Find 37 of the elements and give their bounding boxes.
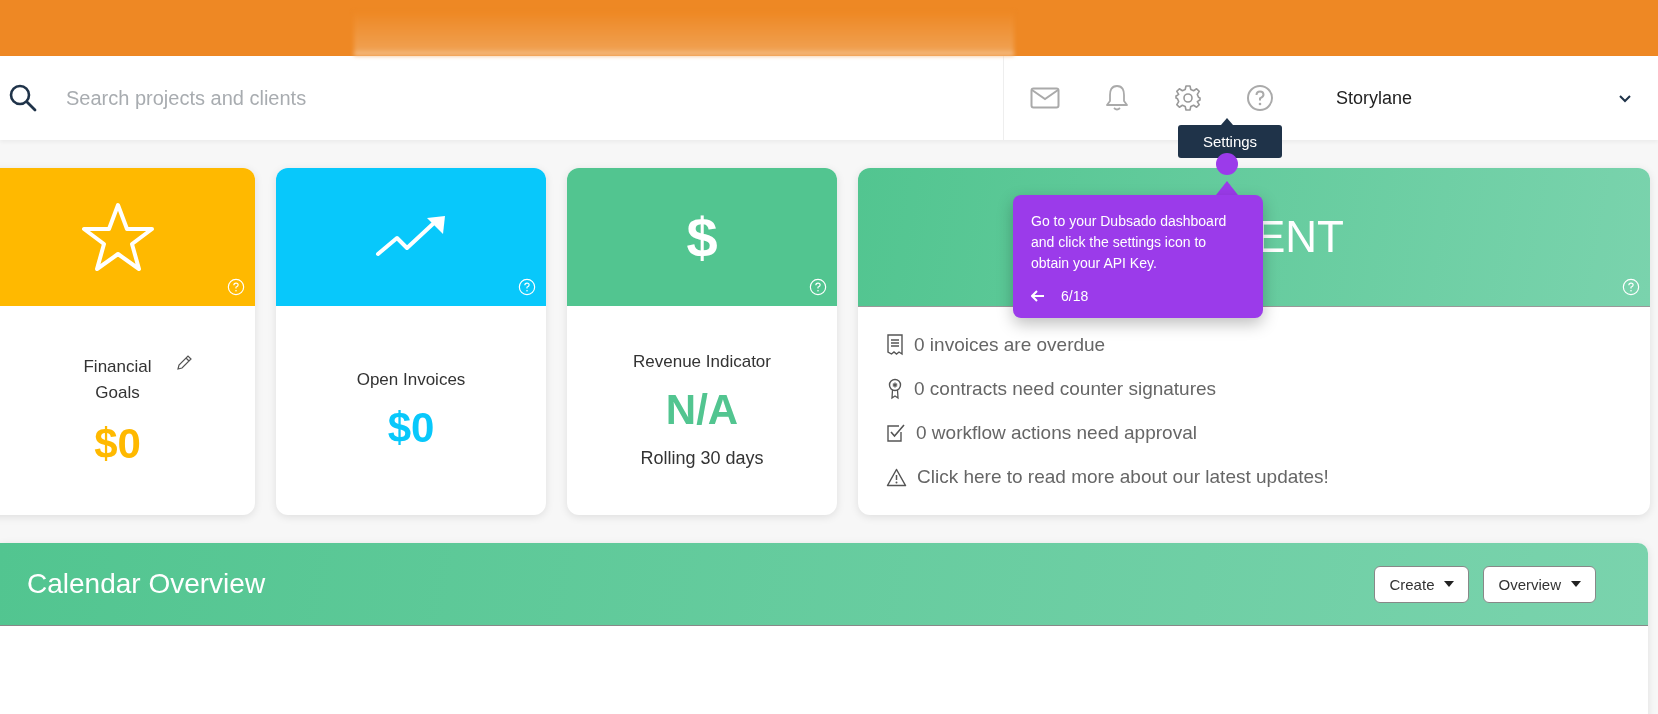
search-icon[interactable] bbox=[8, 83, 38, 113]
status-line: 0 invoices are overdue bbox=[914, 334, 1106, 356]
status-line: 0 contracts need counter signatures bbox=[914, 378, 1217, 400]
receipt-icon bbox=[886, 334, 904, 356]
checkbox-icon bbox=[886, 423, 906, 443]
search-field[interactable]: Search projects and clients bbox=[64, 77, 1003, 119]
card-note: Rolling 30 days bbox=[640, 448, 764, 469]
trend-up-icon bbox=[375, 216, 447, 258]
help-icon[interactable] bbox=[1246, 84, 1274, 112]
account-name[interactable]: Storylane bbox=[1322, 87, 1413, 109]
warning-icon bbox=[886, 467, 907, 487]
caret-icon bbox=[1444, 581, 1455, 587]
dropdown-button[interactable]: Overview bbox=[1483, 565, 1596, 603]
status-line: 0 workflow actions need approval bbox=[916, 422, 1197, 444]
chevron-down-icon[interactable] bbox=[1618, 93, 1632, 103]
settings-icon[interactable] bbox=[1174, 84, 1202, 112]
card-title: Revenue Indicator bbox=[633, 352, 771, 372]
guide-text: Go to your Dubsado dashboard and click the settings icon to obtain your API Key. bbox=[1031, 212, 1228, 273]
dollar-symbol: $ bbox=[686, 204, 718, 270]
card-title: Open Invoices bbox=[356, 369, 466, 390]
card-title: Financial Goals bbox=[82, 355, 153, 404]
card-value: $0 bbox=[387, 403, 435, 452]
card-value: N/A bbox=[665, 386, 739, 434]
calendar-title: Calendar Overview bbox=[27, 568, 267, 600]
dropdown-button[interactable]: Create bbox=[1374, 565, 1470, 603]
pencil-icon[interactable] bbox=[174, 353, 193, 372]
step-counter: 6/18 bbox=[1061, 288, 1089, 304]
tooltip-pointer bbox=[1221, 118, 1233, 125]
mail-icon[interactable] bbox=[1030, 87, 1060, 109]
caret-icon bbox=[1571, 581, 1581, 587]
status-line[interactable]: Click here to read more about our latest updates! bbox=[917, 466, 1329, 488]
bell-icon[interactable] bbox=[1104, 84, 1130, 112]
star-icon bbox=[80, 202, 155, 272]
award-ribbon-icon bbox=[886, 378, 904, 400]
back-arrow-icon[interactable] bbox=[1031, 290, 1045, 302]
card-value: $0 bbox=[94, 419, 141, 468]
settings-tooltip: Settings bbox=[1178, 125, 1282, 158]
